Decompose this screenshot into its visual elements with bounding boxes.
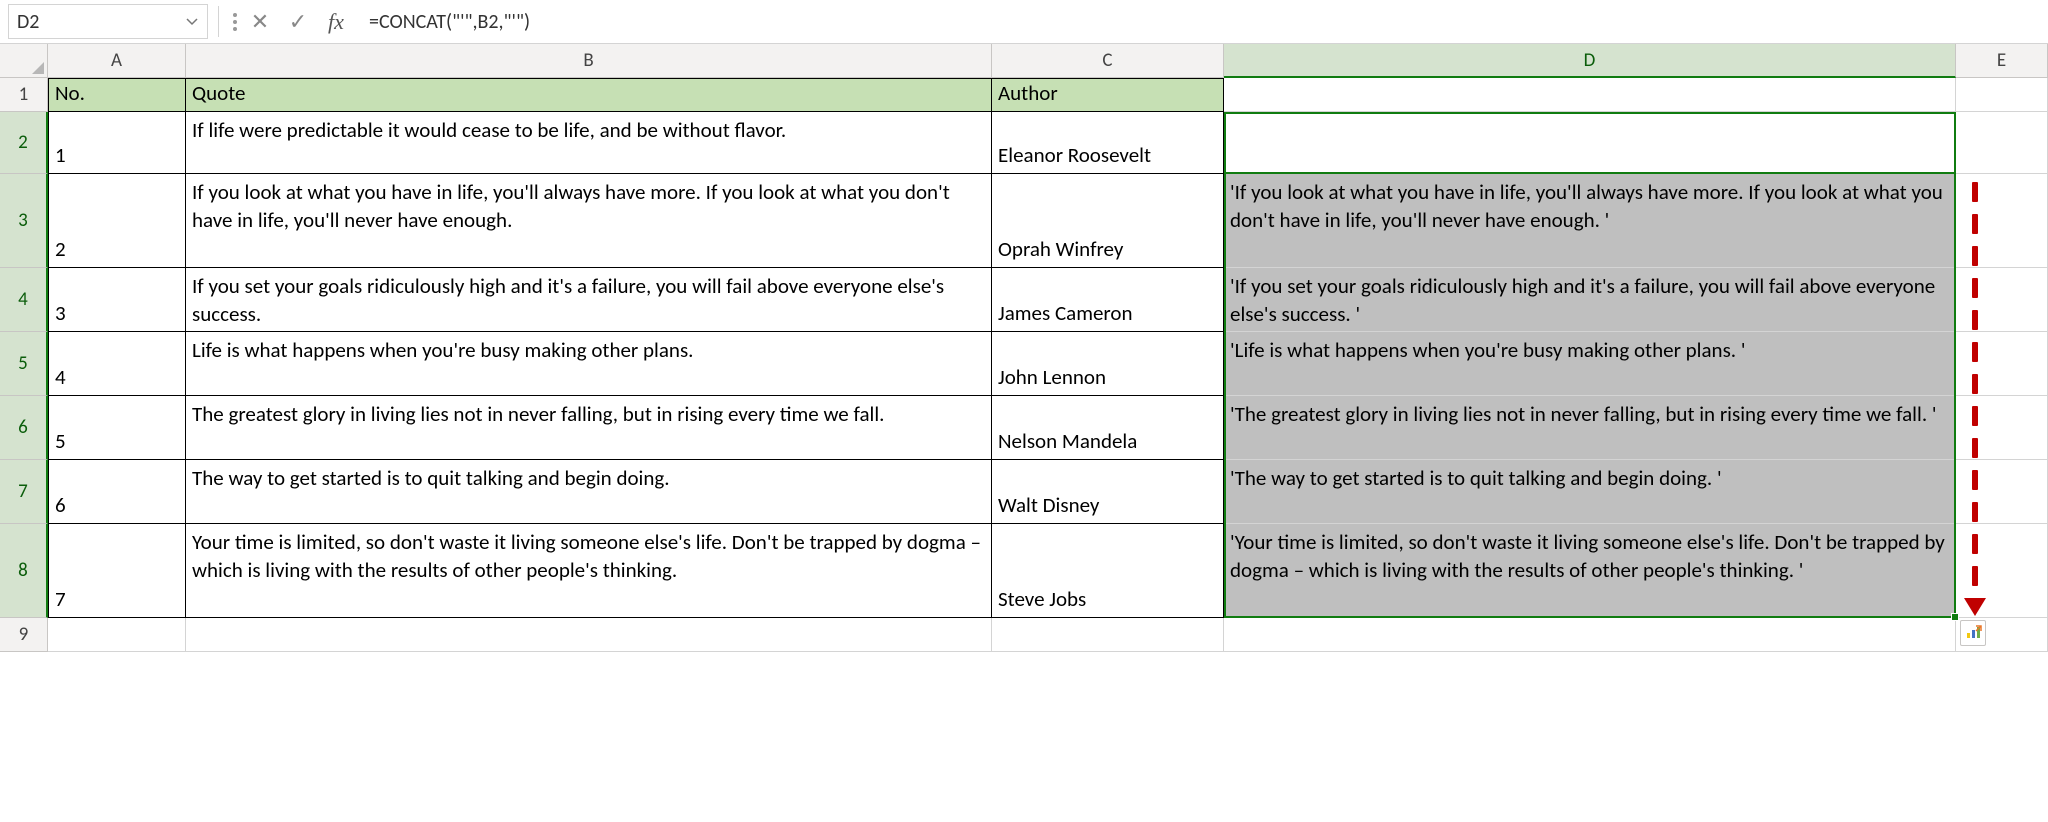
cell-no-7[interactable]: 6: [48, 460, 186, 524]
cell-E1[interactable]: [1956, 78, 2048, 112]
name-box-value: D2: [17, 10, 39, 34]
cell-no-8[interactable]: 7: [48, 524, 186, 618]
select-all-corner[interactable]: [0, 44, 48, 78]
row-header-6[interactable]: 6: [0, 396, 48, 460]
cancel-icon: ✕: [251, 8, 269, 35]
cell-author-5[interactable]: John Lennon: [992, 332, 1224, 396]
cell-quote-8[interactable]: Your time is limited, so don't waste it …: [186, 524, 992, 618]
column-header-B[interactable]: B: [186, 44, 992, 78]
cell-out-7[interactable]: 'The way to get started is to quit talki…: [1224, 460, 1956, 524]
cell-E7[interactable]: [1956, 460, 2048, 524]
cell-E2[interactable]: [1956, 112, 2048, 174]
cell-author-7[interactable]: Walt Disney: [992, 460, 1224, 524]
formula-bar: D2 ✕ ✓ fx =CONCAT("'",B2,"'"): [0, 0, 2048, 44]
insert-function-button[interactable]: fx: [317, 0, 355, 43]
formula-bar-drag-handle[interactable]: [233, 0, 237, 43]
cell-A9[interactable]: [48, 618, 186, 652]
formula-text: =CONCAT("'",B2,"'"): [369, 10, 530, 34]
header-author[interactable]: Author: [992, 78, 1224, 112]
cell-author-8[interactable]: Steve Jobs: [992, 524, 1224, 618]
enter-formula-button[interactable]: ✓: [279, 0, 317, 43]
cell-quote-3[interactable]: If you look at what you have in life, yo…: [186, 174, 992, 268]
cell-no-5[interactable]: 4: [48, 332, 186, 396]
cell-author-3[interactable]: Oprah Winfrey: [992, 174, 1224, 268]
column-header-A[interactable]: A: [48, 44, 186, 78]
formula-input[interactable]: =CONCAT("'",B2,"'"): [355, 0, 2048, 43]
cell-quote-7[interactable]: The way to get started is to quit talkin…: [186, 460, 992, 524]
column-header-C[interactable]: C: [992, 44, 1224, 78]
cell-E3[interactable]: [1956, 174, 2048, 268]
cell-C9[interactable]: [992, 618, 1224, 652]
quick-analysis-button[interactable]: [1960, 620, 1986, 646]
cell-author-2[interactable]: Eleanor Roosevelt: [992, 112, 1224, 174]
name-box[interactable]: D2: [8, 4, 208, 39]
row-header-7[interactable]: 7: [0, 460, 48, 524]
row-header-5[interactable]: 5: [0, 332, 48, 396]
fx-icon: fx: [328, 9, 344, 35]
row-header-9[interactable]: 9: [0, 618, 48, 652]
cell-no-6[interactable]: 5: [48, 396, 186, 460]
cell-out-2[interactable]: 'If life were predictable it would cease…: [1224, 112, 1956, 174]
row-header-1[interactable]: 1: [0, 78, 48, 112]
cell-quote-2[interactable]: If life were predictable it would cease …: [186, 112, 992, 174]
cell-quote-5[interactable]: Life is what happens when you're busy ma…: [186, 332, 992, 396]
cell-out-8[interactable]: 'Your time is limited, so don't waste it…: [1224, 524, 1956, 618]
column-header-D[interactable]: D: [1224, 44, 1956, 78]
column-header-E[interactable]: E: [1956, 44, 2048, 78]
cell-D9[interactable]: [1224, 618, 1956, 652]
worksheet[interactable]: ABCDE 123456789 No.QuoteAuthor1If life w…: [0, 44, 2048, 822]
cell-no-2[interactable]: 1: [48, 112, 186, 174]
cell-no-4[interactable]: 3: [48, 268, 186, 332]
cancel-formula-button[interactable]: ✕: [241, 0, 279, 43]
formula-bar-separator: [218, 6, 219, 37]
cell-quote-4[interactable]: If you set your goals ridiculously high …: [186, 268, 992, 332]
cell-E4[interactable]: [1956, 268, 2048, 332]
row-header-2[interactable]: 2: [0, 112, 48, 174]
header-no[interactable]: No.: [48, 78, 186, 112]
cell-author-4[interactable]: James Cameron: [992, 268, 1224, 332]
cell-out-5[interactable]: 'Life is what happens when you're busy m…: [1224, 332, 1956, 396]
cell-no-3[interactable]: 2: [48, 174, 186, 268]
cell-author-6[interactable]: Nelson Mandela: [992, 396, 1224, 460]
row-header-3[interactable]: 3: [0, 174, 48, 268]
enter-icon: ✓: [289, 8, 307, 35]
cell-E8[interactable]: [1956, 524, 2048, 618]
cell-out-6[interactable]: 'The greatest glory in living lies not i…: [1224, 396, 1956, 460]
name-box-dropdown-icon[interactable]: [183, 13, 201, 31]
cell-out-4[interactable]: 'If you set your goals ridiculously high…: [1224, 268, 1956, 332]
cell-E5[interactable]: [1956, 332, 2048, 396]
cell-B9[interactable]: [186, 618, 992, 652]
row-header-8[interactable]: 8: [0, 524, 48, 618]
cell-E6[interactable]: [1956, 396, 2048, 460]
cell-out-3[interactable]: 'If you look at what you have in life, y…: [1224, 174, 1956, 268]
header-quote[interactable]: Quote: [186, 78, 992, 112]
header-d[interactable]: [1224, 78, 1956, 112]
row-header-4[interactable]: 4: [0, 268, 48, 332]
cell-quote-6[interactable]: The greatest glory in living lies not in…: [186, 396, 992, 460]
